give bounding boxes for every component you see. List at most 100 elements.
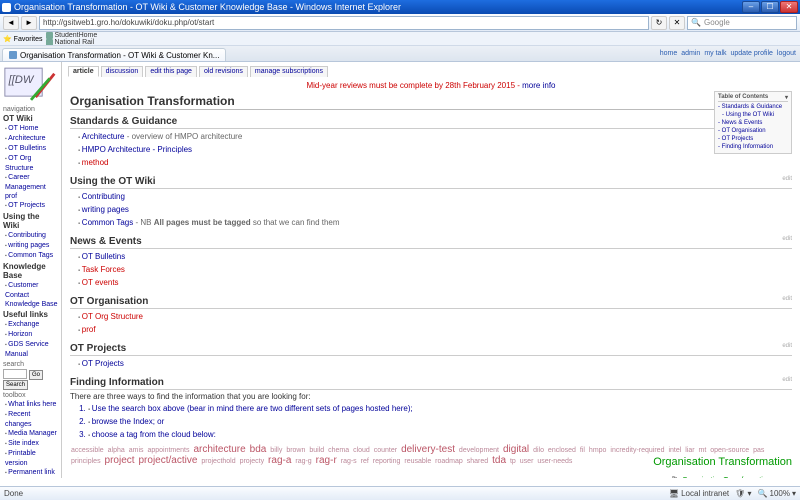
tag[interactable]: incredity-required	[610, 447, 664, 454]
tab-article[interactable]: article	[68, 66, 99, 77]
toolbox-item[interactable]: Printable version	[5, 449, 58, 468]
tab-discussion[interactable]: discussion	[101, 66, 144, 77]
tag[interactable]: delivery-test	[401, 444, 455, 455]
tag[interactable]: intel	[668, 447, 681, 454]
toolbox-item[interactable]: Site index	[5, 439, 58, 449]
tag[interactable]: project/active	[139, 455, 198, 466]
go-button[interactable]: Go	[29, 370, 43, 380]
tag[interactable]: bda	[250, 444, 267, 455]
tag[interactable]: tda	[492, 455, 506, 466]
sidebar-item[interactable]: Common Tags	[5, 251, 58, 261]
top-link-update-profile[interactable]: update profile	[731, 50, 773, 57]
content-link[interactable]: method	[78, 157, 792, 170]
tag[interactable]: projecty	[240, 458, 265, 465]
tag[interactable]: fil	[580, 447, 585, 454]
content-link[interactable]: OT Projects	[78, 358, 792, 371]
toc-entry[interactable]: - Using the OT Wiki	[718, 111, 788, 119]
toolbox-item[interactable]: Permanent link	[5, 468, 58, 478]
content-link[interactable]: Common Tags - NB All pages must be tagge…	[78, 217, 792, 230]
toc-entry[interactable]: - Finding Information	[718, 143, 788, 151]
maximize-button[interactable]: ☐	[761, 1, 779, 13]
toolbox-item[interactable]: Media Manager	[5, 429, 58, 439]
tag[interactable]: amis	[129, 447, 144, 454]
tab-old-revisions[interactable]: old revisions	[199, 66, 248, 77]
tag[interactable]: counter	[374, 447, 397, 454]
sidebar-item[interactable]: Exchange	[5, 320, 58, 330]
edit-section-link[interactable]: edit	[782, 176, 792, 182]
tab-edit[interactable]: edit this page	[145, 66, 197, 77]
tag[interactable]: reporting	[373, 458, 401, 465]
top-link-logout[interactable]: logout	[777, 50, 796, 57]
tag[interactable]: user	[520, 458, 534, 465]
content-link[interactable]: OT Bulletins	[78, 251, 792, 264]
toc-entry[interactable]: - OT Projects	[718, 135, 788, 143]
sidebar-item[interactable]: Architecture	[5, 134, 58, 144]
sidebar-item[interactable]: Contributing	[5, 231, 58, 241]
tag[interactable]: open-source	[710, 447, 749, 454]
edit-section-link[interactable]: edit	[782, 296, 792, 302]
toc-entry[interactable]: - OT Organisation	[718, 127, 788, 135]
sidebar-item[interactable]: OT Org Structure	[5, 154, 58, 173]
sidebar-item[interactable]: Customer Contact Knowledge Base	[5, 281, 58, 309]
tag[interactable]: rag-a	[268, 455, 291, 466]
bookmark-item[interactable]: National Rail	[46, 39, 142, 46]
toolbox-item[interactable]: Recent changes	[5, 410, 58, 429]
sidebar-item[interactable]: OT Home	[5, 124, 58, 134]
tag[interactable]: ref	[361, 458, 369, 465]
tag[interactable]: cloud	[353, 447, 370, 454]
tag[interactable]: project	[105, 455, 135, 466]
tab-manage-subscriptions[interactable]: manage subscriptions	[250, 66, 328, 77]
tag[interactable]: rag-g	[295, 458, 311, 465]
content-link[interactable]: Architecture - overview of HMPO architec…	[78, 131, 792, 144]
tag[interactable]: billy	[270, 447, 282, 454]
tag[interactable]: tp	[510, 458, 516, 465]
refresh-button[interactable]: ↻	[651, 16, 667, 30]
back-button[interactable]: ◄	[3, 16, 19, 30]
toc-entry[interactable]: - Standards & Guidance	[718, 103, 788, 111]
tag[interactable]: enclosed	[548, 447, 576, 454]
tag[interactable]: principles	[71, 458, 101, 465]
content-link[interactable]: OT Org Structure	[78, 311, 792, 324]
tag[interactable]: appointments	[147, 447, 189, 454]
toc-collapse-icon[interactable]: ▾	[785, 94, 788, 101]
edit-section-link[interactable]: edit	[782, 377, 792, 383]
tag[interactable]: alpha	[108, 447, 125, 454]
tag[interactable]: architecture	[193, 444, 245, 455]
tag[interactable]: roadmap	[435, 458, 463, 465]
edit-section-link[interactable]: edit	[782, 236, 792, 242]
search-input[interactable]	[3, 369, 27, 379]
tag[interactable]: shared	[467, 458, 488, 465]
tag[interactable]: rag-s	[341, 458, 357, 465]
content-link[interactable]: OT events	[78, 277, 792, 290]
content-link[interactable]: Task Forces	[78, 264, 792, 277]
content-link[interactable]: HMPO Architecture - Principles	[78, 144, 792, 157]
sidebar-item[interactable]: Career Management prof	[5, 173, 58, 201]
address-bar[interactable]: http://gsitweb1.gro.ho/dokuwiki/doku.php…	[39, 16, 649, 30]
tag[interactable]: rag-r	[316, 455, 337, 466]
tag[interactable]: build	[309, 447, 324, 454]
tag[interactable]: hmpo	[589, 447, 607, 454]
minimize-button[interactable]: –	[742, 1, 760, 13]
tag[interactable]: brown	[286, 447, 305, 454]
browser-search-input[interactable]: 🔍 Google	[687, 16, 797, 30]
tag[interactable]: accessible	[71, 447, 104, 454]
stop-button[interactable]: ✕	[669, 16, 685, 30]
sidebar-item[interactable]: Horizon	[5, 330, 58, 340]
content-link[interactable]: writing pages	[78, 204, 792, 217]
content-link[interactable]: Contributing	[78, 191, 792, 204]
top-link-home[interactable]: home	[660, 50, 678, 57]
tag[interactable]: dilo	[533, 447, 544, 454]
top-link-admin[interactable]: admin	[681, 50, 700, 57]
wiki-logo[interactable]: [[DW	[3, 64, 59, 104]
toolbox-item[interactable]: Cite this article	[5, 478, 58, 479]
category-link-a[interactable]: Organisation Transformation, nemp	[682, 477, 792, 478]
close-button[interactable]: ✕	[780, 1, 798, 13]
tag[interactable]: mt	[699, 447, 707, 454]
browser-tab[interactable]: Organisation Transformation - OT Wiki & …	[2, 48, 226, 61]
tag[interactable]: digital	[503, 444, 529, 455]
favorites-button[interactable]: ⭐ Favorites	[3, 35, 42, 43]
edit-section-link[interactable]: edit	[782, 343, 792, 349]
toc-entry[interactable]: - News & Events	[718, 119, 788, 127]
zoom-control[interactable]: 🔍 100% ▾	[758, 489, 796, 498]
tag[interactable]: development	[459, 447, 499, 454]
